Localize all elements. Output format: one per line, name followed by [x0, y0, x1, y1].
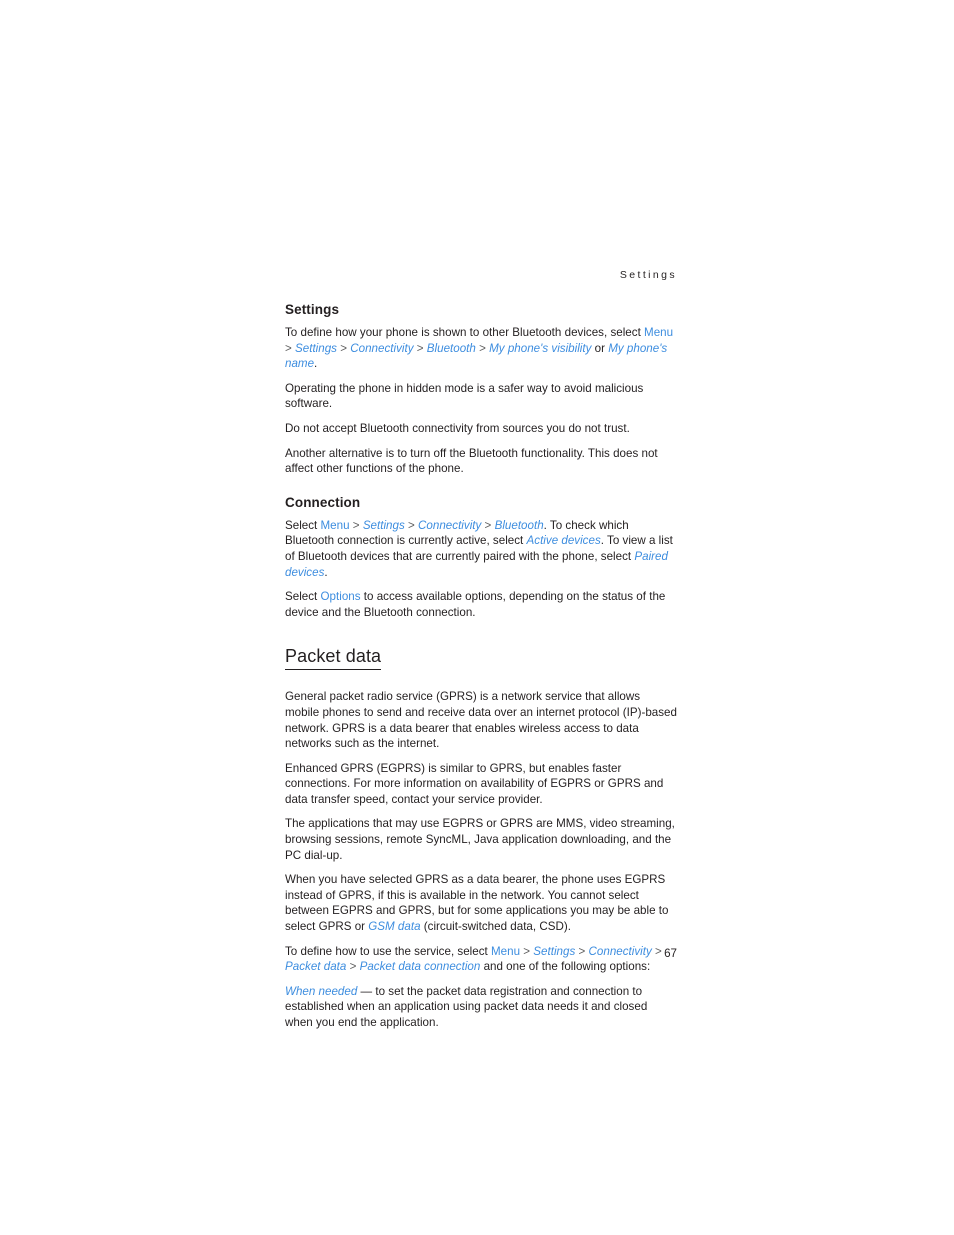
path-term-gsm-data: GSM data — [368, 920, 421, 934]
chapter-gap — [285, 629, 677, 645]
paragraph-when-needed-option: When needed — to set the packet data reg… — [285, 984, 677, 1031]
path-separator: > — [337, 341, 351, 355]
text-fragment: . — [314, 357, 318, 371]
page-number: 67 — [664, 947, 677, 960]
ui-term-options: Options — [320, 590, 361, 604]
document-page: Settings Settings To define how your pho… — [0, 0, 954, 1235]
path-term-when-needed: When needed — [285, 984, 358, 998]
text-fragment: Select — [285, 518, 321, 532]
path-term-bluetooth: Bluetooth — [494, 518, 544, 532]
page-content: Settings Settings To define how your pho… — [285, 268, 677, 1040]
paragraph-gprs-definition: General packet radio service (GPRS) is a… — [285, 690, 677, 751]
paragraph-do-not-accept: Do not accept Bluetooth connectivity fro… — [285, 421, 630, 435]
text-fragment: (circuit-switched data, CSD). — [420, 920, 571, 934]
running-header: Settings — [619, 269, 677, 281]
text-fragment: Select — [285, 590, 321, 604]
text-fragment: or — [591, 341, 609, 355]
path-separator: > — [481, 518, 495, 532]
chapter-heading-container: Packet data — [285, 645, 677, 680]
paragraph-settings-path: To define how your phone is shown to oth… — [285, 325, 677, 372]
path-term-active-devices: Active devices — [526, 534, 601, 548]
path-separator: > — [404, 518, 419, 532]
paragraph-connection-path: Select Menu > Settings > Connectivity > … — [285, 518, 677, 580]
path-term-packet-data: Packet data — [285, 960, 347, 974]
heading-packet-data: Packet data — [285, 645, 382, 671]
path-term-bluetooth: Bluetooth — [426, 341, 476, 355]
path-separator: > — [346, 960, 360, 974]
path-term-connectivity: Connectivity — [418, 518, 482, 532]
ui-term-menu: Menu — [644, 326, 674, 339]
path-separator: > — [413, 341, 427, 355]
paragraph-applications: The applications that may use EGPRS or G… — [285, 817, 675, 862]
path-term-my-phones-visibility: My phone's visibility — [489, 341, 592, 355]
path-term-settings: Settings — [362, 518, 405, 532]
path-separator: > — [349, 518, 363, 532]
heading-settings: Settings — [285, 302, 340, 317]
path-separator: > — [285, 341, 296, 355]
path-term-settings: Settings — [295, 341, 337, 355]
paragraph-data-bearer: When you have selected GPRS as a data be… — [285, 872, 677, 934]
heading-connection: Connection — [285, 494, 361, 510]
paragraph-hidden-mode: Operating the phone in hidden mode is a … — [285, 381, 644, 411]
paragraph-another-alternative: Another alternative is to turn off the B… — [285, 446, 658, 476]
text-fragment: and one of the following options: — [480, 960, 651, 974]
path-separator: > — [475, 341, 490, 355]
path-term-connectivity: Connectivity — [350, 341, 414, 355]
text-fragment: . — [324, 565, 328, 579]
ui-term-menu: Menu — [320, 518, 350, 532]
paragraph-egprs-definition: Enhanced GPRS (EGPRS) is similar to GPRS… — [285, 761, 664, 806]
paragraph-select-options: Select Options to access available optio… — [285, 589, 677, 620]
text-fragment: To define how your phone is shown to oth… — [285, 326, 645, 339]
path-term-packet-data-connection: Packet data connection — [359, 960, 481, 974]
